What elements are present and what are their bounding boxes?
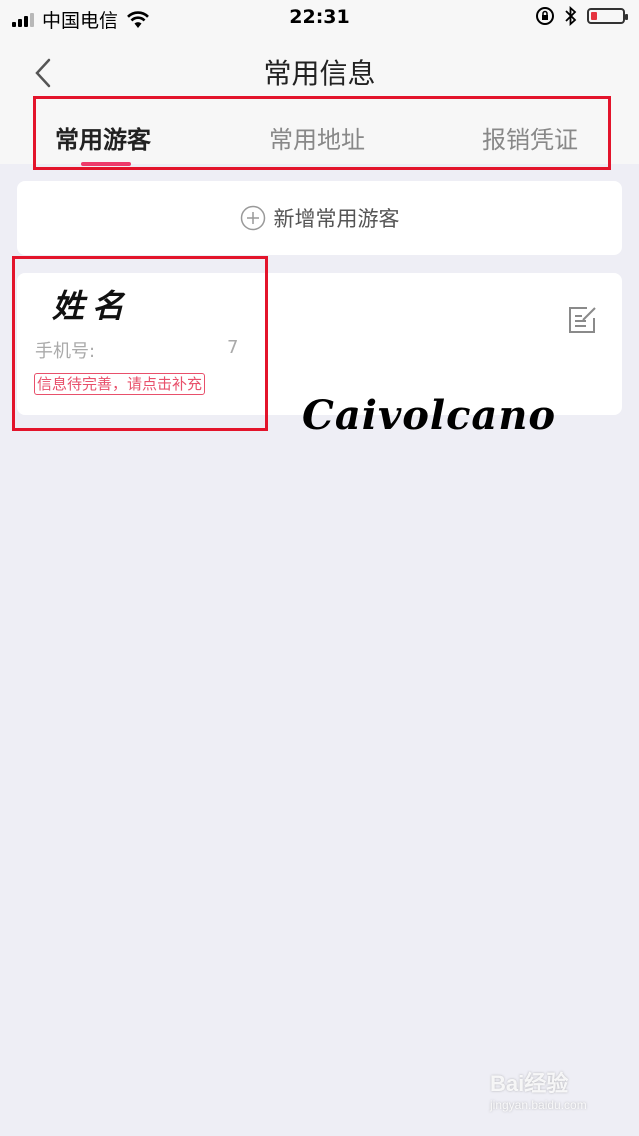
baidu-site: jingyan.baidu.com: [490, 1098, 587, 1112]
bluetooth-icon: [565, 6, 577, 26]
status-bar: 中国电信 22:31: [0, 0, 639, 36]
tab-label: 常用游客: [55, 126, 151, 154]
add-guest-label: 新增常用游客: [273, 207, 400, 231]
status-right: [535, 6, 628, 26]
tab-active-indicator: [81, 162, 131, 166]
tab-frequent-addresses[interactable]: 常用地址: [269, 120, 365, 155]
tab-frequent-guests[interactable]: 常用游客: [55, 120, 151, 166]
tab-label: 常用地址: [269, 126, 365, 154]
tab-label: 报销凭证: [482, 126, 578, 154]
page-title: 常用信息: [263, 57, 376, 90]
signature-watermark: Caivolcano: [302, 392, 557, 439]
tab-reimbursement-vouchers[interactable]: 报销凭证: [482, 120, 578, 155]
phone-label: 手机号:: [35, 341, 96, 362]
battery-icon: [587, 8, 628, 24]
orientation-lock-icon: [536, 7, 554, 25]
baidu-watermark: Bai经验 jingyan.baidu.com: [490, 1066, 620, 1126]
guest-name: 姓名: [52, 287, 133, 325]
add-guest-button[interactable]: 新增常用游客: [17, 181, 622, 255]
incomplete-info-badge[interactable]: 信息待完善，请点击补充: [34, 373, 206, 395]
plus-circle-icon: [240, 205, 265, 231]
tab-bar: 常用游客 常用地址 报销凭证: [0, 106, 639, 166]
nav-bar: 常用信息: [0, 36, 639, 106]
phone-value: 7: [227, 337, 239, 358]
edit-icon[interactable]: [567, 305, 599, 335]
baidu-brand: Bai经验: [490, 1071, 569, 1096]
